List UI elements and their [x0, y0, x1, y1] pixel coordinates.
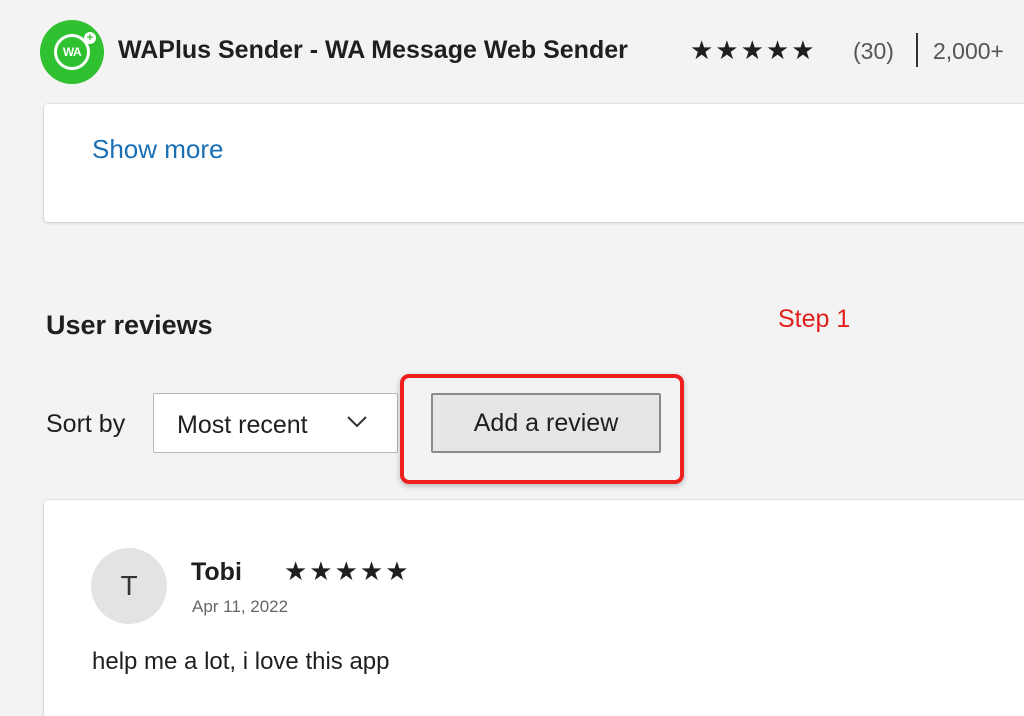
sort-selected-value: Most recent — [177, 411, 308, 439]
review-card: T Tobi ★★★★★ Apr 11, 2022 help me a lot,… — [44, 500, 1024, 716]
app-logo: WA + — [40, 20, 104, 84]
show-more-link[interactable]: Show more — [92, 134, 224, 165]
rating-stars: ★★★★★ — [690, 35, 817, 65]
header-divider — [916, 33, 918, 67]
description-card: Show more — [44, 104, 1024, 222]
extension-header: WA + WAPlus Sender - WA Message Web Send… — [0, 0, 1024, 100]
step-annotation: Step 1 — [778, 305, 851, 333]
add-review-button[interactable]: Add a review — [431, 393, 661, 453]
review-rating-stars: ★★★★★ — [284, 556, 411, 586]
user-count: 2,000+ — [933, 38, 1004, 64]
review-date: Apr 11, 2022 — [192, 597, 289, 616]
reviewer-name: Tobi — [191, 558, 242, 586]
sort-dropdown[interactable]: Most recent — [153, 393, 398, 453]
reviewer-avatar: T — [91, 548, 167, 624]
review-text: help me a lot, i love this app — [92, 648, 390, 675]
chevron-down-icon — [347, 416, 367, 428]
rating-count[interactable]: (30) — [853, 38, 894, 65]
plus-badge-icon: + — [84, 32, 96, 44]
user-reviews-heading: User reviews — [46, 310, 213, 340]
sort-by-label: Sort by — [46, 410, 126, 438]
app-title: WAPlus Sender - WA Message Web Sender — [118, 36, 628, 64]
page: WA + WAPlus Sender - WA Message Web Send… — [0, 0, 1024, 716]
